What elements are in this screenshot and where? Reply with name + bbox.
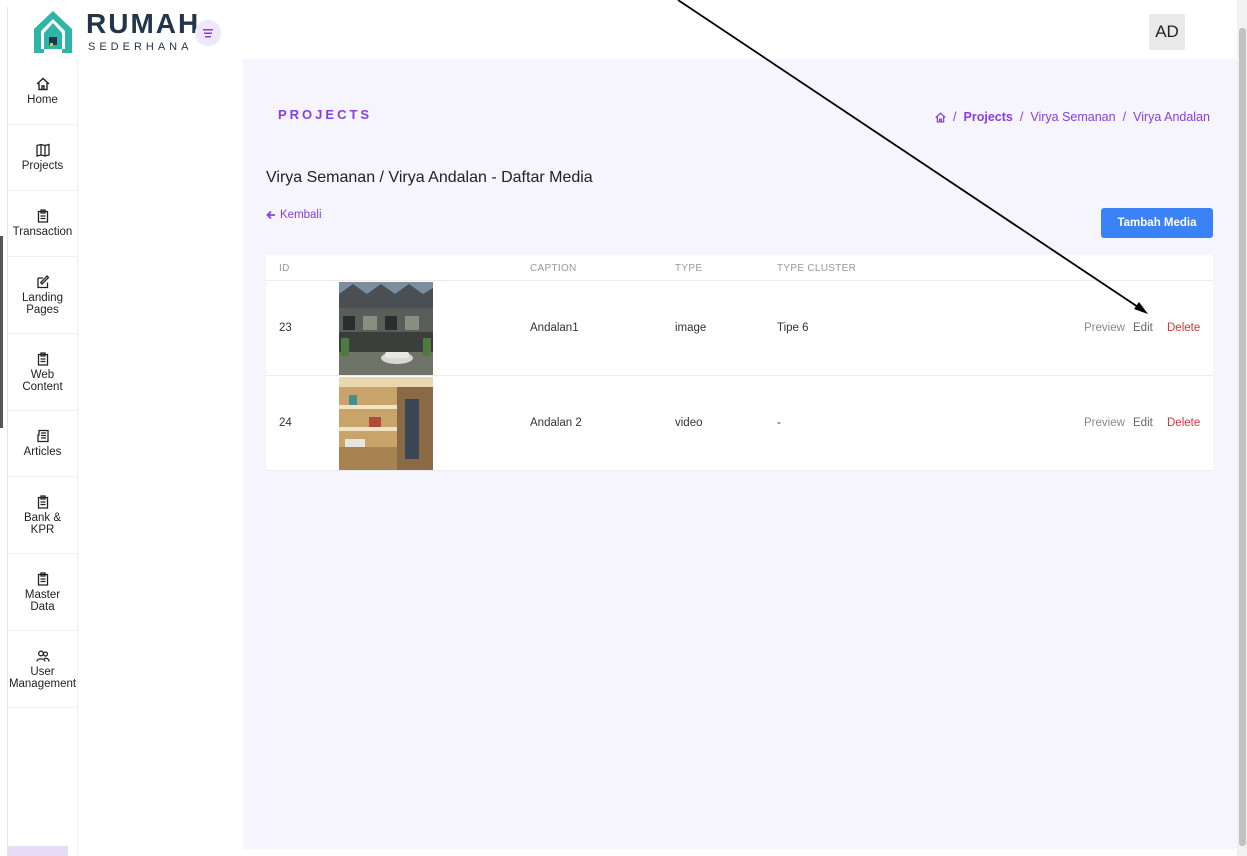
sidebar-item-landing-pages[interactable]: Landing Pages: [8, 257, 77, 334]
map-icon: [35, 143, 50, 157]
clipboard-icon: [37, 209, 48, 223]
cell-caption: Andalan1: [530, 322, 579, 334]
arrow-left-icon: [266, 210, 275, 220]
cell-caption: Andalan 2: [530, 417, 582, 429]
newspaper-icon: [36, 429, 49, 443]
sidebar-item-label: Web Content: [22, 368, 63, 393]
sidebar-item-label: Landing Pages: [22, 291, 63, 316]
column-header-id: ID: [279, 263, 290, 274]
window-edge-mark: [0, 236, 3, 428]
sidebar-item-articles[interactable]: Articles: [8, 411, 77, 477]
table-header: ID CAPTION TYPE TYPE CLUSTER: [266, 255, 1213, 281]
back-link[interactable]: Kembali: [266, 209, 322, 221]
clipboard-icon: [37, 351, 48, 366]
sidebar-item-label: User Management: [8, 665, 77, 690]
clipboard-icon: [37, 571, 48, 586]
sidebar-item-projects[interactable]: Projects: [8, 125, 77, 191]
brand-tagline: SEDERHANA: [88, 41, 193, 53]
home-icon: [36, 77, 49, 91]
home-icon[interactable]: [935, 111, 946, 123]
top-bar: RUMAH SEDERHANA AD: [8, 7, 1238, 59]
app-frame: RUMAH SEDERHANA AD Home Projects Transac…: [7, 7, 1238, 856]
cell-type-cluster: -: [777, 417, 781, 429]
media-table: ID CAPTION TYPE TYPE CLUSTER 23 Andalan1…: [266, 255, 1213, 471]
logo-icon: [34, 11, 72, 53]
table-row: 23 Andalan1 image Tipe 6 Preview Edit De…: [266, 281, 1213, 376]
preview-button[interactable]: Preview: [1084, 322, 1125, 334]
cell-type: video: [675, 417, 703, 429]
sidebar-item-label: Bank & KPR: [23, 511, 62, 536]
user-avatar[interactable]: AD: [1149, 14, 1185, 50]
breadcrumb-separator: /: [1122, 110, 1127, 124]
page-title: PROJECTS: [278, 107, 373, 122]
menu-icon: [203, 28, 213, 37]
cell-type-cluster: Tipe 6: [777, 322, 809, 334]
brand: RUMAH SEDERHANA: [86, 7, 200, 53]
table-row: 24 Andalan 2 video - Preview Edit Delete: [266, 376, 1213, 471]
edit-button[interactable]: Edit: [1133, 417, 1153, 429]
sidebar-item-home[interactable]: Home: [8, 59, 77, 125]
sidebar-item-label: Master Data: [24, 588, 61, 613]
section-title: Virya Semanan / Virya Andalan - Daftar M…: [266, 169, 593, 186]
menu-toggle-button[interactable]: [195, 20, 221, 46]
sidebar-item-label: Transaction: [12, 226, 73, 238]
breadcrumb-separator: /: [953, 110, 957, 124]
delete-button[interactable]: Delete: [1167, 417, 1200, 429]
cell-type: image: [675, 322, 707, 334]
sidebar-item-label: Articles: [23, 446, 62, 458]
breadcrumb-virya-semanan[interactable]: Virya Semanan: [1030, 110, 1115, 124]
column-header-type-cluster: TYPE CLUSTER: [777, 263, 857, 274]
sidebar-item-master-data[interactable]: Master Data: [8, 554, 77, 631]
brand-name: RUMAH: [86, 8, 201, 39]
cell-id: 23: [279, 322, 292, 334]
breadcrumb-virya-andalan: Virya Andalan: [1133, 110, 1210, 124]
sidebar-item-label: Home: [27, 94, 58, 106]
delete-button[interactable]: Delete: [1167, 322, 1200, 334]
scrollbar-thumb[interactable]: [1239, 28, 1246, 846]
media-thumbnail-interior[interactable]: [339, 377, 433, 470]
column-header-type: TYPE: [675, 263, 703, 274]
column-header-caption: CAPTION: [530, 263, 577, 274]
sidebar-item-transaction[interactable]: Transaction: [8, 191, 77, 257]
users-icon: [35, 650, 50, 662]
edit-icon: [36, 274, 49, 288]
main-content: PROJECTS / Projects / Virya Semanan / Vi…: [243, 59, 1237, 849]
sidebar-item-label: Projects: [21, 160, 64, 172]
sidebar-item-bank-kpr[interactable]: Bank & KPR: [8, 477, 77, 554]
media-thumbnail-house-exterior[interactable]: [339, 282, 433, 375]
breadcrumb-separator: /: [1019, 110, 1024, 124]
cell-id: 24: [279, 417, 292, 429]
breadcrumb: / Projects / Virya Semanan / Virya Andal…: [935, 110, 1210, 124]
clipboard-icon: [37, 494, 48, 509]
back-link-label: Kembali: [280, 209, 322, 221]
breadcrumb-projects[interactable]: Projects: [964, 110, 1013, 124]
add-media-button[interactable]: Tambah Media: [1101, 208, 1213, 238]
sidebar-item-user-management[interactable]: User Management: [8, 631, 77, 708]
sidebar-footer-bar: [8, 846, 68, 856]
edit-button[interactable]: Edit: [1133, 322, 1153, 334]
sidebar: Home Projects Transaction Landing Pages …: [8, 59, 78, 856]
preview-button[interactable]: Preview: [1084, 417, 1125, 429]
sidebar-item-web-content[interactable]: Web Content: [8, 334, 77, 411]
